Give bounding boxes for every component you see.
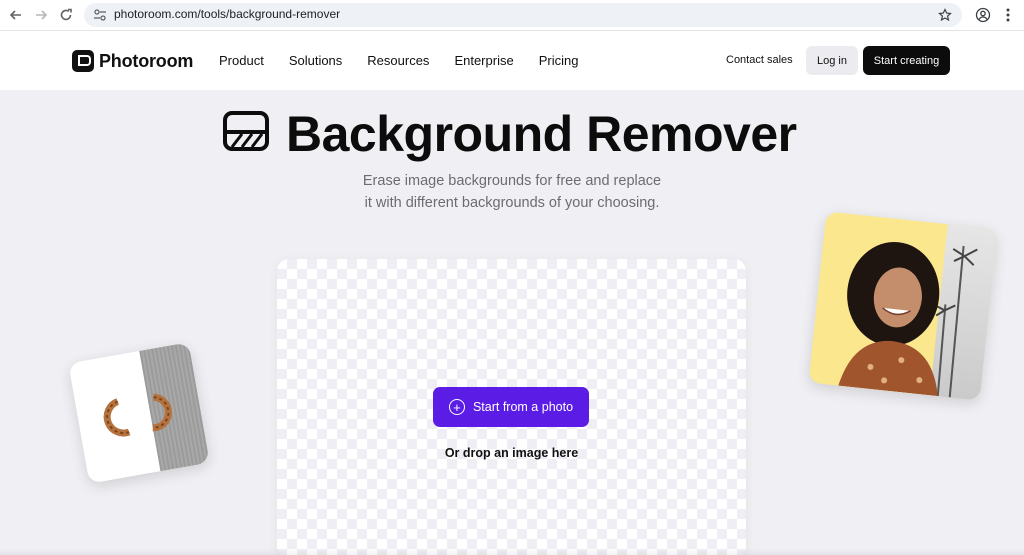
nav-solutions[interactable]: Solutions xyxy=(289,53,342,68)
nav-pricing[interactable]: Pricing xyxy=(539,53,579,68)
brand-logo[interactable]: Photoroom xyxy=(72,50,193,72)
page-subtitle: Erase image backgrounds for free and rep… xyxy=(312,170,712,214)
background-remover-icon xyxy=(222,110,270,152)
bookmark-star-icon[interactable] xyxy=(936,6,954,24)
menu-dots-icon[interactable] xyxy=(998,5,1018,25)
portrait-illustration xyxy=(838,241,978,398)
plus-circle-icon: + xyxy=(448,399,465,415)
nav-product[interactable]: Product xyxy=(219,53,264,68)
browser-toolbar: photoroom.com/tools/background-remover xyxy=(0,0,1024,31)
site-settings-icon[interactable] xyxy=(92,7,108,23)
sample-image-portrait[interactable] xyxy=(808,211,998,401)
photoroom-logo-icon xyxy=(72,50,94,72)
subtitle-line-2: it with different backgrounds of your ch… xyxy=(364,195,660,211)
forward-arrow-icon[interactable] xyxy=(31,5,51,25)
subtitle-line-1: Erase image backgrounds for free and rep… xyxy=(362,173,662,189)
site-header: Photoroom Product Solutions Resources En… xyxy=(0,31,1024,90)
brand-name: Photoroom xyxy=(99,50,194,71)
start-from-photo-label: Start from a photo xyxy=(472,400,574,414)
login-button[interactable]: Log in xyxy=(806,46,858,75)
url-text: photoroom.com/tools/background-remover xyxy=(114,7,341,21)
start-from-photo-button[interactable]: + Start from a photo xyxy=(433,387,589,427)
start-creating-button[interactable]: Start creating xyxy=(863,46,950,75)
back-arrow-icon[interactable] xyxy=(6,5,26,25)
nav-resources[interactable]: Resources xyxy=(367,53,429,68)
main-nav: Product Solutions Resources Enterprise P… xyxy=(219,53,603,68)
page-title: Background Remover xyxy=(286,106,797,162)
address-bar[interactable]: photoroom.com/tools/background-remover xyxy=(84,3,962,27)
page-fade xyxy=(0,548,1024,555)
nav-enterprise[interactable]: Enterprise xyxy=(454,53,513,68)
contact-sales-link[interactable]: Contact sales xyxy=(726,54,793,66)
drop-image-hint: Or drop an image here xyxy=(444,446,579,460)
profile-icon[interactable] xyxy=(973,5,993,25)
reload-icon[interactable] xyxy=(56,5,76,25)
sample-image-earrings[interactable] xyxy=(68,342,210,484)
upload-dropzone[interactable]: + Start from a photo Or drop an image he… xyxy=(277,259,746,555)
